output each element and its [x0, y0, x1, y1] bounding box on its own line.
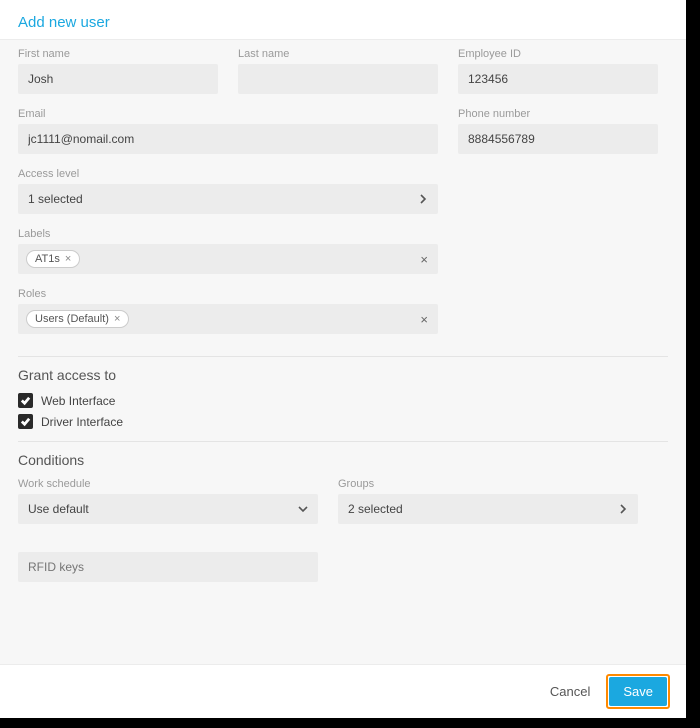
chevron-down-icon: [298, 504, 308, 514]
roles-tagbox[interactable]: Users (Default) × ×: [18, 304, 438, 334]
groups-value: 2 selected: [348, 502, 403, 516]
dialog-header: Add new user: [0, 0, 686, 39]
chip-remove-icon[interactable]: ×: [114, 314, 120, 325]
divider: [18, 441, 668, 442]
email-input[interactable]: [18, 124, 438, 154]
rfid-keys-input[interactable]: [18, 552, 318, 582]
frame-border-right: [686, 0, 700, 728]
work-schedule-select[interactable]: Use default: [18, 494, 318, 524]
label-chip-text: AT1s: [35, 253, 60, 265]
employee-id-label: Employee ID: [458, 48, 658, 60]
web-interface-label: Web Interface: [41, 394, 115, 408]
first-name-label: First name: [18, 48, 218, 60]
frame-border-bottom: [0, 718, 700, 728]
conditions-title: Conditions: [18, 452, 668, 468]
divider: [18, 356, 668, 357]
work-schedule-value: Use default: [28, 502, 89, 516]
web-interface-checkbox[interactable]: [18, 393, 33, 408]
form-area: First name Last name Employee ID Email P…: [0, 39, 686, 664]
dialog-title: Add new user: [18, 14, 668, 31]
roles-label: Roles: [18, 288, 438, 300]
chip-remove-icon[interactable]: ×: [65, 254, 71, 265]
role-chip: Users (Default) ×: [26, 310, 129, 328]
last-name-input[interactable]: [238, 64, 438, 94]
grant-access-title: Grant access to: [18, 367, 668, 383]
access-level-label: Access level: [18, 168, 438, 180]
employee-id-input[interactable]: [458, 64, 658, 94]
first-name-input[interactable]: [18, 64, 218, 94]
phone-input[interactable]: [458, 124, 658, 154]
dialog-footer: Cancel Save: [0, 664, 686, 718]
driver-interface-checkbox[interactable]: [18, 414, 33, 429]
role-chip-text: Users (Default): [35, 313, 109, 325]
phone-label: Phone number: [458, 108, 658, 120]
labels-tagbox[interactable]: AT1s × ×: [18, 244, 438, 274]
clear-roles-icon[interactable]: ×: [420, 312, 428, 327]
chevron-right-icon: [418, 194, 428, 204]
groups-label: Groups: [338, 478, 638, 490]
save-button-highlight: Save: [606, 674, 670, 709]
access-level-select[interactable]: 1 selected: [18, 184, 438, 214]
clear-labels-icon[interactable]: ×: [420, 252, 428, 267]
save-button[interactable]: Save: [609, 677, 667, 706]
cancel-button[interactable]: Cancel: [544, 676, 596, 707]
chevron-right-icon: [618, 504, 628, 514]
label-chip: AT1s ×: [26, 250, 80, 268]
last-name-label: Last name: [238, 48, 438, 60]
email-label: Email: [18, 108, 438, 120]
work-schedule-label: Work schedule: [18, 478, 318, 490]
driver-interface-label: Driver Interface: [41, 415, 123, 429]
groups-select[interactable]: 2 selected: [338, 494, 638, 524]
labels-label: Labels: [18, 228, 438, 240]
access-level-value: 1 selected: [28, 192, 83, 206]
